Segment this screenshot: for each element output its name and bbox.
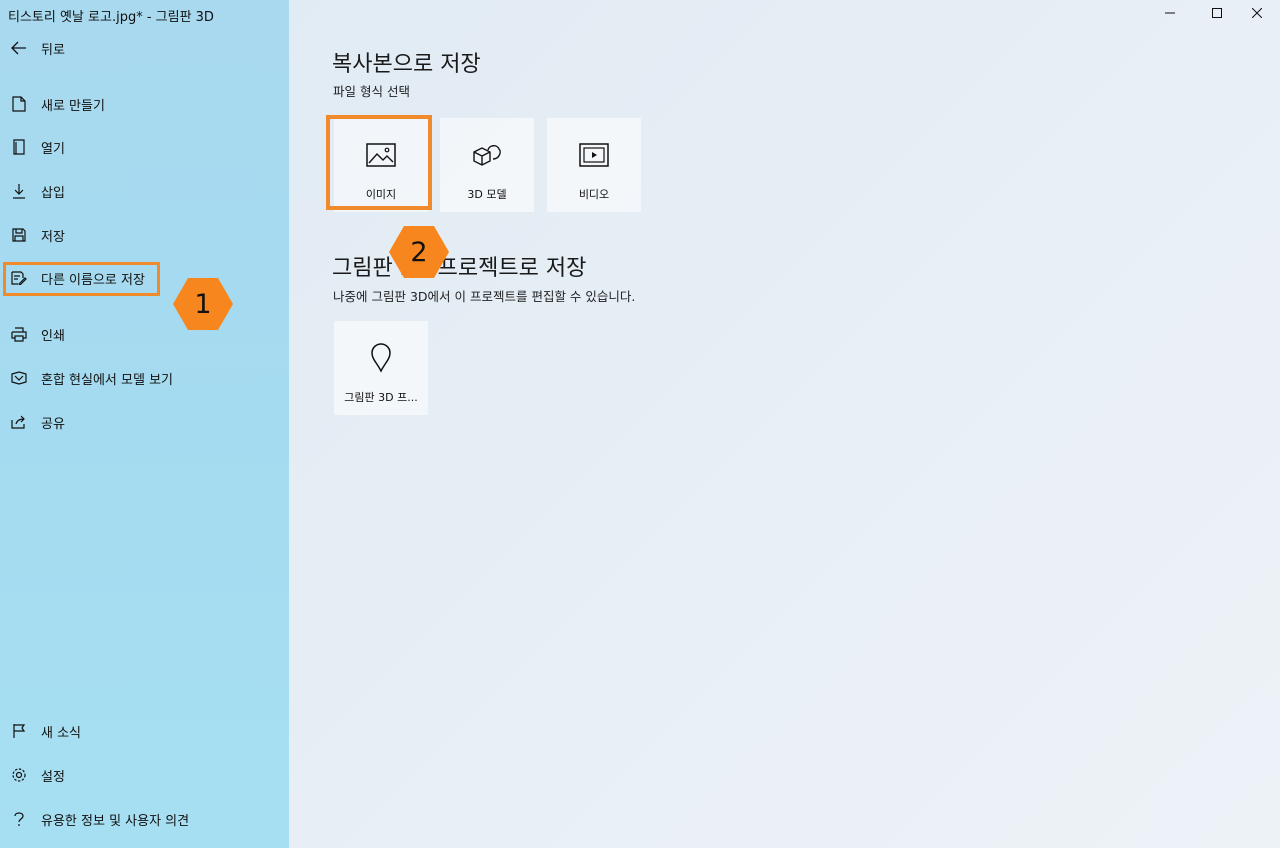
3d-model-icon [440,142,534,168]
tile-label: 비디오 [578,188,610,201]
sidebar-item-new[interactable]: 새로 만들기 [0,86,289,122]
video-icon [547,142,641,168]
flag-icon [10,722,28,740]
copy-section-title: 복사본으로 저장 [332,52,481,77]
sidebar-item-label: 유용한 정보 및 사용자 의견 [41,813,190,829]
tile-3d-model[interactable]: 3D 모델 [440,118,534,212]
print-icon [10,325,28,343]
back-button[interactable]: 뒤로 [0,30,289,66]
close-button[interactable] [1234,0,1280,26]
maximize-icon [1212,8,1222,18]
sidebar: 티스토리 옛날 로고.jpg* - 그림판 3D 뒤로 새로 만들기 열기 삽입… [0,0,289,848]
sidebar-item-label: 삽입 [41,185,65,201]
copy-section-subtitle: 파일 형식 선택 [333,84,410,99]
sidebar-item-insert[interactable]: 삽입 [0,173,289,209]
minimize-icon [1165,12,1175,14]
step-1-number: 1 [194,288,212,320]
paint3d-project-icon [334,343,428,373]
help-icon [10,810,28,828]
tile-video[interactable]: 비디오 [547,118,641,212]
tile-paint3d-project[interactable]: 그림판 3D 프... [334,321,428,415]
sidebar-item-open[interactable]: 열기 [0,129,289,165]
window-title: 티스토리 옛날 로고.jpg* - 그림판 3D [8,10,214,25]
minimize-button[interactable] [1147,0,1193,26]
sidebar-item-label: 새 소식 [41,725,82,741]
sidebar-item-whats-new[interactable]: 새 소식 [0,713,289,749]
back-label: 뒤로 [41,42,65,58]
project-section-title: 그림판 3D 프로젝트로 저장 [332,256,587,281]
sidebar-item-label: 공유 [41,416,65,432]
mixed-reality-icon [10,369,28,387]
sidebar-item-label: 열기 [41,141,65,157]
gear-icon [10,766,28,784]
sidebar-item-label: 혼합 현실에서 모델 보기 [41,372,173,388]
sidebar-item-label: 인쇄 [41,328,65,344]
back-arrow-icon [10,39,28,57]
image-tile-highlight [326,115,432,210]
project-section-subtitle: 나중에 그림판 3D에서 이 프로젝트를 편집할 수 있습니다. [333,289,636,304]
sidebar-item-print[interactable]: 인쇄 [0,316,289,352]
tile-label: 3D 모델 [467,188,507,201]
sidebar-item-save[interactable]: 저장 [0,217,289,253]
new-file-icon [10,95,28,113]
sidebar-item-feedback[interactable]: 유용한 정보 및 사용자 의견 [0,801,289,837]
sidebar-item-mixed-reality[interactable]: 혼합 현실에서 모델 보기 [0,360,289,396]
share-icon [10,413,28,431]
sidebar-item-share[interactable]: 공유 [0,404,289,440]
sidebar-item-label: 설정 [41,769,65,785]
save-as-highlight [3,262,160,296]
sidebar-item-label: 저장 [41,229,65,245]
tile-label: 그림판 3D 프... [344,391,418,404]
save-icon [10,226,28,244]
open-file-icon [10,138,28,156]
insert-icon [10,182,28,200]
sidebar-item-settings[interactable]: 설정 [0,757,289,793]
close-icon [1252,8,1262,18]
sidebar-item-label: 새로 만들기 [41,98,105,114]
step-2-number: 2 [410,236,428,268]
